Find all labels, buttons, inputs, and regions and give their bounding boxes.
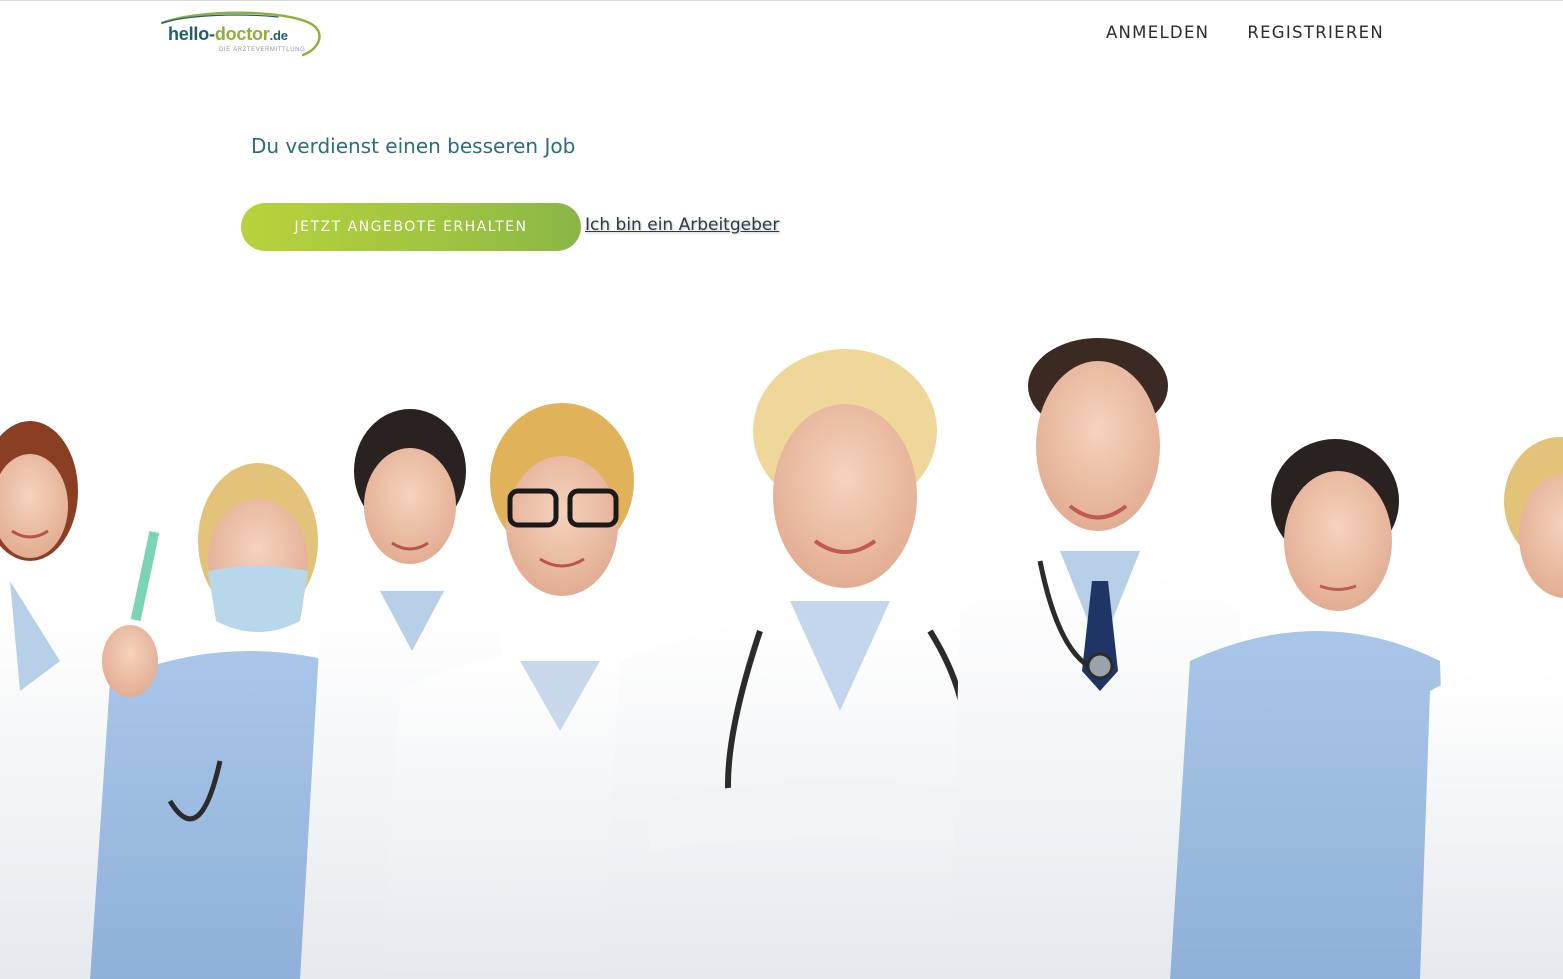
logo-word-doctor: doctor [214, 24, 270, 44]
logo-tagline: DIE ÄRZTEVERMITTLUNG [219, 47, 306, 53]
hero-headline: Du verdienst einen besseren Job [251, 134, 576, 158]
nav-register-link[interactable]: REGISTRIEREN [1247, 23, 1384, 42]
employer-link[interactable]: Ich bin ein Arbeitgeber [585, 215, 779, 235]
get-offers-button[interactable]: JETZT ANGEBOTE ERHALTEN [241, 203, 581, 251]
top-nav: ANMELDEN REGISTRIEREN [1106, 23, 1384, 42]
person-8 [1420, 437, 1563, 979]
page: hello-doctor.de DIE ÄRZTEVERMITTLUNG ANM… [0, 0, 1563, 979]
logo[interactable]: hello-doctor.de DIE ÄRZTEVERMITTLUNG [158, 11, 328, 61]
logo-wordmark: hello-doctor.de [168, 24, 288, 45]
logo-word-hello: hello- [168, 24, 215, 44]
nav-login-link[interactable]: ANMELDEN [1106, 23, 1209, 42]
person-7 [1170, 439, 1450, 979]
hero-image-doctors [0, 338, 1563, 979]
logo-word-tld: .de [269, 28, 288, 43]
